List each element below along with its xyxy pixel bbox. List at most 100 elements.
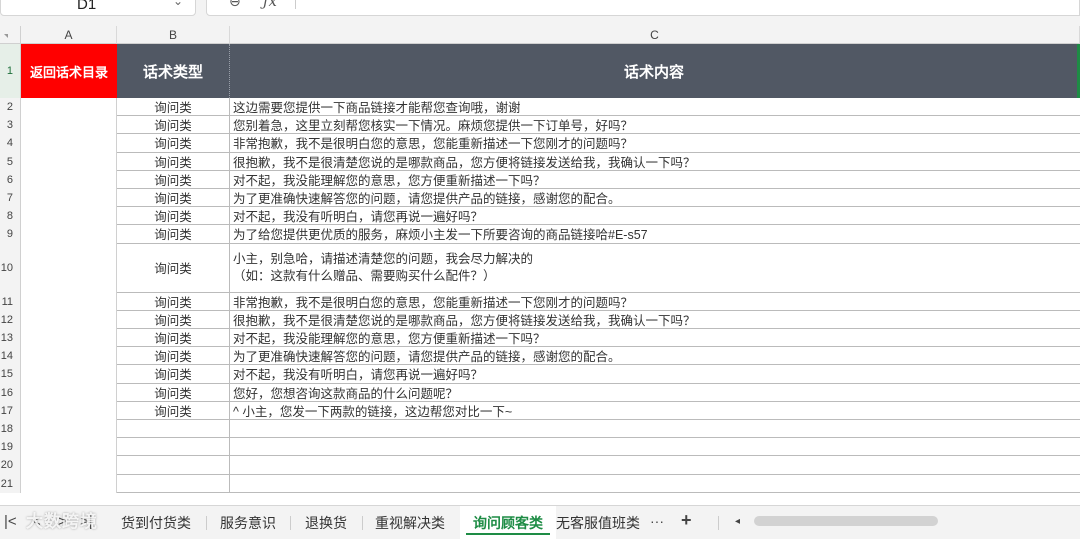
cell-a[interactable] bbox=[21, 383, 117, 402]
row-header[interactable]: 19 bbox=[0, 438, 21, 457]
cell-a[interactable] bbox=[21, 329, 117, 348]
cell-a[interactable] bbox=[21, 401, 117, 420]
row-header[interactable]: 10 bbox=[0, 243, 21, 293]
row-header[interactable]: 3 bbox=[0, 116, 21, 135]
row-header[interactable]: 12 bbox=[0, 310, 21, 329]
header-script-type[interactable]: 话术类型 bbox=[117, 44, 230, 98]
cell-script-type[interactable]: 询问类 bbox=[117, 243, 230, 293]
cell-a[interactable] bbox=[21, 474, 117, 493]
name-box[interactable]: D1 ⌄ bbox=[0, 0, 196, 16]
cell-script-type[interactable]: 询问类 bbox=[117, 329, 230, 348]
cell-script-type[interactable] bbox=[117, 474, 230, 493]
cell-script-type[interactable]: 询问类 bbox=[117, 347, 230, 366]
row-header[interactable]: 15 bbox=[0, 365, 21, 384]
select-all-corner[interactable] bbox=[0, 26, 21, 44]
fx-icon[interactable]: ƒx bbox=[263, 0, 277, 10]
cell-script-type[interactable]: 询问类 bbox=[117, 401, 230, 420]
row-header[interactable]: 7 bbox=[0, 189, 21, 208]
formula-input[interactable]: ⊖ ƒx bbox=[206, 0, 1080, 16]
horizontal-scrollbar[interactable] bbox=[754, 516, 938, 526]
cell-script-content[interactable] bbox=[230, 420, 1080, 439]
tab-resolution[interactable]: 重视解决类 bbox=[366, 506, 454, 539]
cell-script-content[interactable]: 您好，您想咨询这款商品的什么问题呢？ bbox=[230, 384, 1080, 402]
column-header-a[interactable]: A bbox=[21, 26, 117, 44]
tab-no-cs-duty[interactable]: 无客服值班类 bbox=[556, 506, 642, 539]
row-header[interactable]: 17 bbox=[0, 401, 21, 420]
cell-a[interactable] bbox=[21, 134, 117, 153]
row-header[interactable]: 8 bbox=[0, 207, 21, 226]
column-header-c[interactable]: C bbox=[230, 26, 1080, 44]
cell-a[interactable] bbox=[21, 310, 117, 329]
cell-script-type[interactable]: 询问类 bbox=[117, 134, 230, 153]
cell-a[interactable] bbox=[21, 152, 117, 171]
chevron-down-icon[interactable]: ⌄ bbox=[173, 0, 183, 8]
back-to-catalog-link[interactable]: 返回话术目录 bbox=[21, 44, 117, 98]
tab-service-awareness[interactable]: 服务意识 bbox=[210, 506, 286, 539]
cell-script-type[interactable] bbox=[117, 438, 230, 457]
row-header[interactable]: 13 bbox=[0, 329, 21, 348]
cell-script-type[interactable]: 询问类 bbox=[117, 170, 230, 189]
cell-script-content[interactable]: 很抱歉，我不是很清楚您说的是哪款商品，您方便将链接发送给我，我确认一下吗？ bbox=[230, 153, 1080, 171]
header-script-content[interactable]: 话术内容 bbox=[230, 44, 1078, 98]
cell-script-content[interactable]: 为了更准确快速解答您的问题，请您提供产品的链接，感谢您的配合。 bbox=[230, 347, 1080, 366]
cell-a[interactable] bbox=[21, 98, 117, 117]
cell-a[interactable] bbox=[21, 347, 117, 366]
zoom-icon[interactable]: ⊖ bbox=[229, 0, 241, 10]
row-header[interactable]: 20 bbox=[0, 456, 21, 475]
cell-a[interactable] bbox=[21, 420, 117, 439]
row-header[interactable]: 4 bbox=[0, 134, 21, 153]
cell-script-type[interactable]: 询问类 bbox=[117, 207, 230, 226]
cell-script-content[interactable]: 非常抱歉，我不是很明白您的意思，您能重新描述一下您刚才的问题吗？ bbox=[230, 134, 1080, 153]
cell-script-content[interactable]: 对不起，我没有听明白，请您再说一遍好吗？ bbox=[230, 365, 1080, 384]
row-header[interactable]: 9 bbox=[0, 225, 21, 244]
cell-script-type[interactable]: 询问类 bbox=[117, 383, 230, 402]
cell-a[interactable] bbox=[21, 243, 117, 293]
cell-a[interactable] bbox=[21, 292, 117, 311]
cell-script-content[interactable] bbox=[230, 438, 1080, 457]
cell-a[interactable] bbox=[21, 225, 117, 244]
more-tabs-icon[interactable]: ··· bbox=[650, 513, 664, 529]
cell-a[interactable] bbox=[21, 456, 117, 475]
first-sheet-icon[interactable]: |< bbox=[4, 513, 17, 530]
row-header[interactable]: 16 bbox=[0, 383, 21, 402]
tab-cod[interactable]: 货到付货类 bbox=[110, 506, 202, 539]
cell-script-type[interactable]: 询问类 bbox=[117, 292, 230, 311]
cell-a[interactable] bbox=[21, 189, 117, 208]
cell-script-type[interactable]: 询问类 bbox=[117, 98, 230, 117]
cell-script-content[interactable]: 很抱歉，我不是很清楚您说的是哪款商品，您方便将链接发送给我，我确认一下吗？ bbox=[230, 311, 1080, 329]
cell-script-type[interactable] bbox=[117, 456, 230, 475]
row-header[interactable]: 21 bbox=[0, 474, 21, 493]
cell-script-type[interactable]: 询问类 bbox=[117, 152, 230, 171]
cell-script-content[interactable]: 小主，别急哈，请描述清楚您的问题，我会尽力解决的 （如：这款有什么赠品、需要购买… bbox=[230, 244, 1080, 293]
cell-script-type[interactable]: 询问类 bbox=[117, 310, 230, 329]
cell-a[interactable] bbox=[21, 170, 117, 189]
scroll-left-icon[interactable]: ◂ bbox=[735, 516, 740, 527]
cell-script-type[interactable]: 询问类 bbox=[117, 116, 230, 135]
cell-script-content[interactable]: ^ 小主，您发一下两款的链接，这边帮您对比一下~ bbox=[230, 402, 1080, 420]
cell-script-content[interactable]: 非常抱歉，我不是很明白您的意思，您能重新描述一下您刚才的问题吗？ bbox=[230, 293, 1080, 311]
cell-a[interactable] bbox=[21, 116, 117, 135]
cell-script-type[interactable] bbox=[117, 420, 230, 439]
cell-script-content[interactable] bbox=[230, 456, 1080, 475]
add-sheet-icon[interactable]: + bbox=[681, 510, 692, 531]
tab-returns[interactable]: 退换货 bbox=[294, 506, 358, 539]
row-header[interactable]: 11 bbox=[0, 292, 21, 311]
column-header-b[interactable]: B bbox=[117, 26, 230, 44]
cell-script-content[interactable]: 对不起，我没能理解您的意思，您方便重新描述一下吗？ bbox=[230, 171, 1080, 189]
cell-script-content[interactable]: 对不起，我没有听明白，请您再说一遍好吗？ bbox=[230, 207, 1080, 226]
cell-script-type[interactable]: 询问类 bbox=[117, 225, 230, 244]
row-header[interactable]: 18 bbox=[0, 420, 21, 439]
cell-a[interactable] bbox=[21, 438, 117, 457]
cell-script-content[interactable]: 这边需要您提供一下商品链接才能帮您查询哦，谢谢 bbox=[230, 98, 1080, 117]
row-header[interactable]: 14 bbox=[0, 347, 21, 366]
row-header[interactable]: 5 bbox=[0, 152, 21, 171]
row-header-1[interactable]: 1 bbox=[0, 44, 21, 98]
cell-a[interactable] bbox=[21, 207, 117, 226]
tab-ask-customer[interactable]: 询问顾客类 bbox=[460, 506, 556, 539]
cell-script-type[interactable]: 询问类 bbox=[117, 189, 230, 208]
row-header[interactable]: 2 bbox=[0, 98, 21, 117]
cell-a[interactable] bbox=[21, 365, 117, 384]
cell-script-content[interactable]: 为了给您提供更优质的服务，麻烦小主发一下所要咨询的商品链接哈#E-s57 bbox=[230, 225, 1080, 244]
cell-script-content[interactable]: 为了更准确快速解答您的问题，请您提供产品的链接，感谢您的配合。 bbox=[230, 189, 1080, 208]
cell-script-content[interactable]: 您别着急，这里立刻帮您核实一下情况。麻烦您提供一下订单号，好吗？ bbox=[230, 116, 1080, 135]
